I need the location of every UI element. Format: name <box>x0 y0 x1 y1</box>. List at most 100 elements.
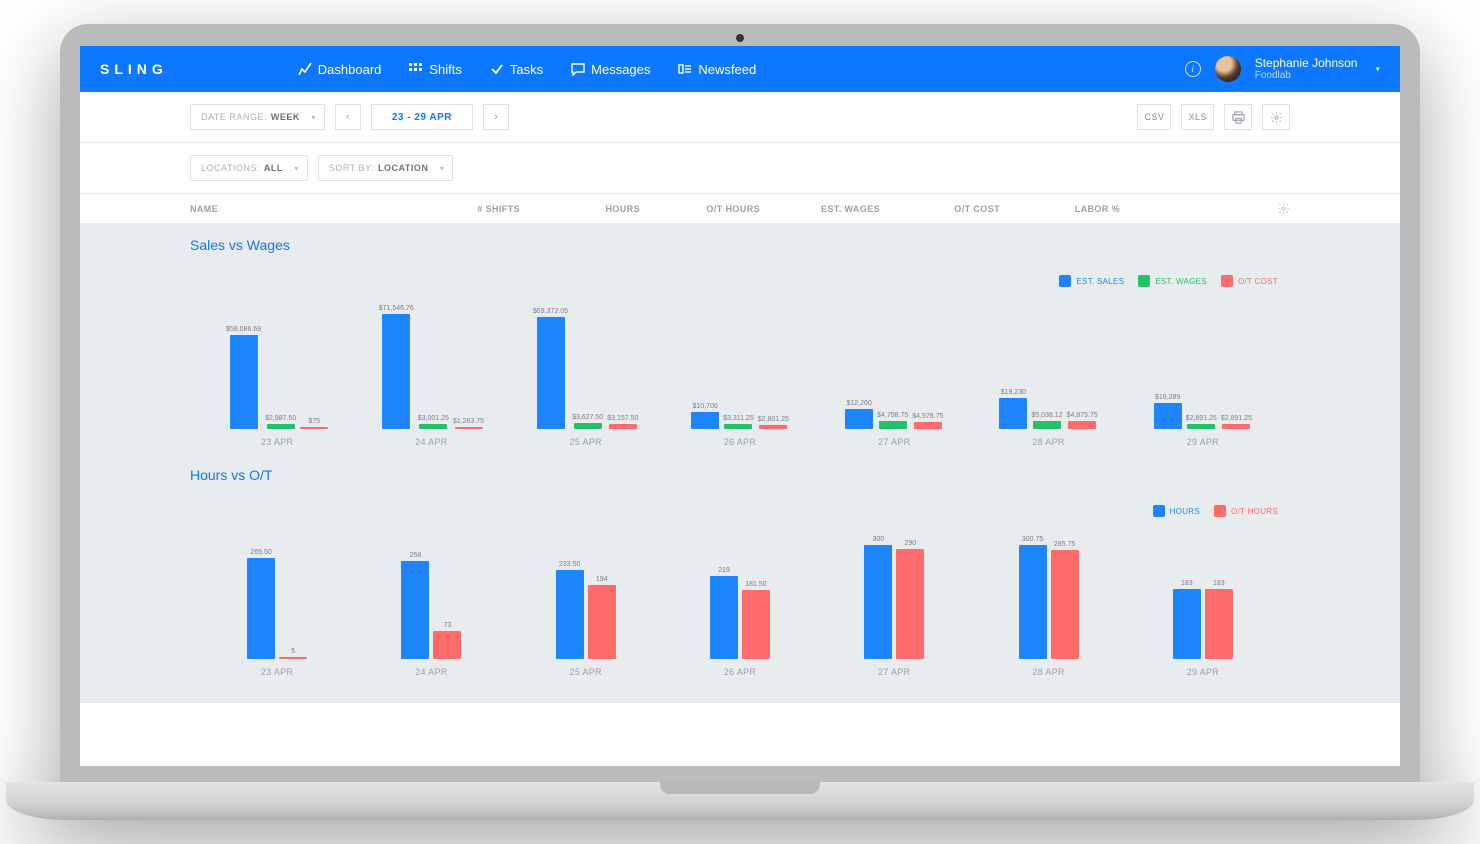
main-nav: Dashboard Shifts Tasks <box>298 62 756 77</box>
bar: 181.50 <box>742 581 770 659</box>
bar: $2,891.25 <box>1186 415 1217 429</box>
bar: $16,289 <box>1154 394 1182 429</box>
axis-category-label: 27 APR <box>878 667 910 677</box>
day-group: 219181.5026 APR <box>665 529 815 677</box>
screen: SLING Dashboard Shifts <box>80 46 1400 766</box>
bar-value-label: 300.75 <box>1022 536 1043 543</box>
sortby-select[interactable]: SORT BY: LOCATION <box>318 155 454 181</box>
day-group: 233.5019425 APR <box>511 529 661 677</box>
bar-value-label: 258 <box>410 552 422 559</box>
toolbar-row-2: LOCATIONS: ALL SORT BY: LOCATION <box>80 143 1400 194</box>
content: Sales vs Wages EST. SALES EST. WAGES O/T… <box>80 223 1400 703</box>
camera-icon <box>736 34 744 42</box>
date-display[interactable]: 23 - 29 APR <box>371 104 473 130</box>
print-button[interactable] <box>1224 104 1252 130</box>
chat-icon <box>571 62 585 76</box>
locations-select[interactable]: LOCATIONS: ALL <box>190 155 308 181</box>
bar-value-label: $5,038.12 <box>1031 412 1062 419</box>
laptop-notch <box>660 782 820 794</box>
axis-category-label: 26 APR <box>724 667 756 677</box>
legend-est-sales: EST. SALES <box>1059 275 1124 287</box>
bar: 233.50 <box>556 561 584 659</box>
topbar-right: i Stephanie Johnson Foodlab ▾ <box>1185 56 1380 82</box>
bar: $19,230 <box>999 389 1027 429</box>
app-logo: SLING <box>100 61 168 77</box>
chart-1-plot: $58,086.69$2,987.50$7523 APR$71,546.76$3… <box>202 297 1278 447</box>
col-hours: HOURS <box>520 204 640 214</box>
bar: $12,260 <box>845 400 873 429</box>
axis-category-label: 24 APR <box>415 437 447 447</box>
bar-value-label: $75 <box>308 418 320 425</box>
avatar[interactable] <box>1215 56 1241 82</box>
axis-category-label: 24 APR <box>415 667 447 677</box>
nav-label: Dashboard <box>318 62 382 77</box>
bar-value-label: 300 <box>872 536 884 543</box>
bar: 285.75 <box>1051 541 1079 659</box>
day-group: 2587324 APR <box>356 529 506 677</box>
day-group: $16,289$2,891.25$2,891.2529 APR <box>1128 299 1278 447</box>
nav-label: Newsfeed <box>698 62 756 77</box>
print-icon <box>1232 111 1245 124</box>
laptop-frame: SLING Dashboard Shifts <box>60 24 1420 820</box>
chart-2-plot: 265.50523 APR2587324 APR233.5019425 APR2… <box>202 527 1278 677</box>
axis-category-label: 28 APR <box>1032 667 1064 677</box>
columns-settings-button[interactable] <box>1277 202 1290 215</box>
nav-messages[interactable]: Messages <box>571 62 650 77</box>
day-group: $58,086.69$2,987.50$7523 APR <box>202 299 352 447</box>
bar-value-label: $3,157.50 <box>607 415 638 422</box>
export-xls-button[interactable]: XLS <box>1181 104 1214 130</box>
bar: $75 <box>300 418 328 429</box>
prev-week-button[interactable]: ‹ <box>335 104 361 130</box>
gear-icon <box>1270 111 1283 124</box>
bar-value-label: 181.50 <box>745 581 766 588</box>
nav-label: Messages <box>591 62 650 77</box>
legend-est-wages: EST. WAGES <box>1138 275 1207 287</box>
topbar: SLING Dashboard Shifts <box>80 46 1400 92</box>
bar: $3,157.50 <box>607 415 638 429</box>
bar: 258 <box>401 552 429 659</box>
bar: $1,263.75 <box>453 418 484 429</box>
legend-1: EST. SALES EST. WAGES O/T COST <box>202 275 1278 287</box>
bar: $58,086.69 <box>226 326 261 429</box>
nav-label: Tasks <box>510 62 543 77</box>
axis-category-label: 29 APR <box>1187 667 1219 677</box>
bar: $2,891.25 <box>1221 415 1252 429</box>
bar-value-label: $1,263.75 <box>453 418 484 425</box>
day-group: 265.50523 APR <box>202 529 352 677</box>
bar-value-label: $58,086.69 <box>226 326 261 333</box>
date-range-label: DATE RANGE: <box>201 112 267 122</box>
next-week-button[interactable]: › <box>483 104 509 130</box>
bar-value-label: 5 <box>291 648 295 655</box>
bar: $2,801.25 <box>758 416 789 430</box>
dashboard-icon <box>298 62 312 76</box>
bar-value-label: $12,260 <box>846 400 871 407</box>
col-ot-cost: O/T COST <box>880 204 1000 214</box>
nav-tasks[interactable]: Tasks <box>490 62 543 77</box>
date-range-select[interactable]: DATE RANGE: WEEK <box>190 104 325 130</box>
bar-value-label: 183 <box>1181 580 1193 587</box>
bar: $2,987.50 <box>265 415 296 429</box>
bar-value-label: $16,289 <box>1155 394 1180 401</box>
bar-value-label: $19,230 <box>1001 389 1026 396</box>
laptop-base <box>6 782 1475 820</box>
bar-value-label: $2,891.25 <box>1221 415 1252 422</box>
nav-dashboard[interactable]: Dashboard <box>298 62 382 77</box>
chart-sales-vs-wages: EST. SALES EST. WAGES O/T COST $58,086.6… <box>190 261 1290 453</box>
nav-shifts[interactable]: Shifts <box>409 62 462 77</box>
bar: 183 <box>1205 580 1233 659</box>
bar-value-label: 290 <box>904 540 916 547</box>
bar-value-label: $4,758.75 <box>877 412 908 419</box>
info-icon[interactable]: i <box>1185 61 1201 77</box>
export-csv-button[interactable]: CSV <box>1137 104 1171 130</box>
column-headers: NAME # SHIFTS HOURS O/T HOURS EST. WAGES… <box>80 194 1400 223</box>
grid-icon <box>409 62 423 76</box>
bar-value-label: 194 <box>596 576 608 583</box>
laptop-bezel: SLING Dashboard Shifts <box>60 24 1420 782</box>
nav-newsfeed[interactable]: Newsfeed <box>678 62 756 77</box>
bar: 183 <box>1173 580 1201 659</box>
user-menu[interactable]: Stephanie Johnson Foodlab <box>1255 57 1358 81</box>
bar-value-label: 183 <box>1213 580 1225 587</box>
user-name: Stephanie Johnson <box>1255 57 1358 70</box>
settings-button[interactable] <box>1262 104 1290 130</box>
axis-category-label: 28 APR <box>1032 437 1064 447</box>
